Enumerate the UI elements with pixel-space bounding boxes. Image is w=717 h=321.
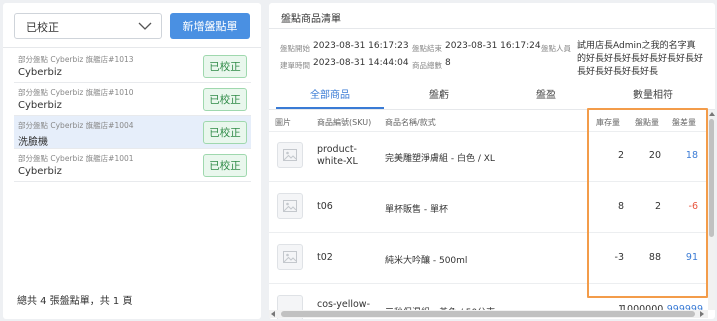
status-filter-select[interactable]: 已校正 — [14, 13, 162, 39]
image-icon — [283, 251, 297, 263]
image-icon — [283, 200, 297, 212]
divider — [269, 28, 715, 29]
created-time-label: 建單時間 — [280, 61, 310, 70]
product-sku: t02 — [317, 252, 333, 263]
product-name: 完美雕塑淨膚組 - 白色 / XL — [385, 154, 495, 164]
quantity-columns-highlight — [587, 108, 708, 298]
product-name: 單杯販售 - 單杯 — [385, 205, 448, 215]
tab-all-products[interactable]: 全部商品 — [277, 86, 383, 101]
stocktake-store-label: 部分盤點 Cyberbiz 旗艦店#1004 — [18, 121, 134, 130]
created-time-value: 2023-08-31 14:44:04 — [313, 58, 409, 68]
stocktake-list: 部分盤點 Cyberbiz 旗艦店#1013 Cyberbiz 已校正 部分盤點… — [14, 50, 251, 182]
image-icon — [283, 149, 297, 161]
new-stocktake-button[interactable]: 新增盤點單 — [170, 13, 250, 39]
horizontal-scrollbar-thumb[interactable] — [281, 311, 695, 317]
end-time-value: 2023-08-31 16:17:24 — [445, 41, 541, 51]
status-badge: 已校正 — [203, 55, 247, 78]
status-badge: 已校正 — [203, 154, 247, 177]
stocktake-store-label: 部分盤點 Cyberbiz 旗艦店#1001 — [18, 154, 134, 163]
status-badge: 已校正 — [203, 88, 247, 111]
chevron-down-icon — [138, 22, 152, 30]
divider — [3, 47, 261, 48]
panel-title: 盤點商品清單 — [281, 14, 341, 25]
stocktake-name: 洗臉機 — [18, 137, 48, 148]
vertical-scrollbar-thumb[interactable] — [709, 119, 714, 237]
item-count-value: 8 — [445, 58, 451, 68]
stocktake-list-item[interactable]: 部分盤點 Cyberbiz 旗艦店#1013 Cyberbiz 已校正 — [14, 50, 251, 83]
scroll-left-arrow-icon[interactable] — [271, 311, 275, 317]
end-time-label: 盤點結束 — [412, 44, 442, 53]
scroll-up-arrow-icon[interactable] — [709, 112, 715, 116]
operator-label: 盤點人員 — [541, 44, 571, 53]
start-time-value: 2023-08-31 16:17:23 — [313, 41, 409, 51]
product-sku: t06 — [317, 201, 333, 212]
stocktake-store-label: 部分盤點 Cyberbiz 旗艦店#1010 — [18, 88, 134, 97]
column-header-name: 商品名稱/款式 — [385, 118, 436, 127]
column-header-sku: 商品編號(SKU) — [317, 118, 372, 127]
item-count-label: 商品總數 — [412, 61, 442, 70]
product-image-placeholder — [277, 142, 303, 168]
stocktake-detail-panel: 盤點商品清單 盤點開始 2023-08-31 16:17:23 盤點結束 202… — [269, 3, 715, 319]
product-name: 純米大吟釀 - 500ml — [385, 256, 468, 266]
stocktake-name: Cyberbiz — [18, 166, 62, 177]
start-time-label: 盤點開始 — [280, 44, 310, 53]
stocktake-list-panel: 已校正 新增盤點單 部分盤點 Cyberbiz 旗艦店#1013 Cyberbi… — [3, 3, 261, 319]
status-filter-value: 已校正 — [26, 21, 59, 34]
product-image-placeholder — [277, 193, 303, 219]
scroll-right-arrow-icon[interactable] — [700, 311, 704, 317]
stocktake-list-item-selected[interactable]: 部分盤點 Cyberbiz 旗艦店#1004 洗臉機 已校正 — [14, 116, 251, 149]
product-image-placeholder — [277, 244, 303, 270]
stocktake-store-label: 部分盤點 Cyberbiz 旗艦店#1013 — [18, 55, 134, 64]
stocktake-name: Cyberbiz — [18, 67, 62, 78]
operator-value: 試用店長Admin之我的名字真的好長好長好長好長好長好長好長好長好長好長好長 — [577, 41, 704, 77]
tab-surplus[interactable]: 盤盈 — [493, 86, 599, 101]
column-header-image: 圖片 — [275, 118, 291, 127]
tab-shortage[interactable]: 盤虧 — [386, 86, 492, 101]
status-badge: 已校正 — [203, 121, 247, 144]
stocktake-list-item[interactable]: 部分盤點 Cyberbiz 旗艦店#1001 Cyberbiz 已校正 — [14, 149, 251, 182]
tab-matched[interactable]: 數量相符 — [600, 86, 706, 101]
stocktake-list-item[interactable]: 部分盤點 Cyberbiz 旗艦店#1010 Cyberbiz 已校正 — [14, 83, 251, 116]
pagination-summary: 總共 4 張盤點單，共 1 頁 — [17, 296, 133, 307]
product-sku: product-white-XL — [317, 144, 358, 167]
stocktake-name: Cyberbiz — [18, 100, 62, 111]
